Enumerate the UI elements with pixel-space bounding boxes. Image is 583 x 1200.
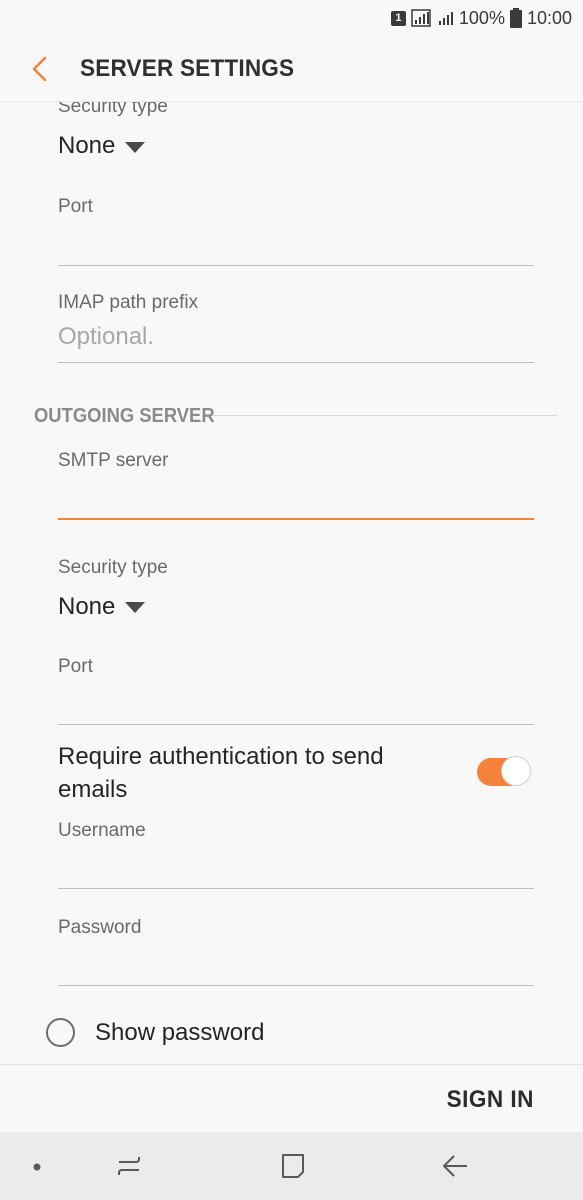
incoming-security-type-value[interactable]: None bbox=[58, 132, 115, 160]
settings-form[interactable]: Security type None Port IMAP path prefix… bbox=[0, 102, 583, 1064]
require-auth-label: Require authentication to send emails bbox=[58, 743, 384, 803]
recents-icon[interactable] bbox=[116, 1152, 142, 1180]
outgoing-port-label: Port bbox=[58, 656, 93, 677]
imap-prefix-underline bbox=[58, 362, 534, 363]
radio-circle-icon[interactable] bbox=[46, 1018, 75, 1047]
outgoing-server-heading: OUTGOING SERVER bbox=[34, 405, 215, 427]
battery-icon bbox=[509, 8, 522, 28]
outgoing-security-type-label: Security type bbox=[58, 557, 168, 578]
incoming-security-type-label: Security type bbox=[58, 102, 168, 117]
clock: 10:00 bbox=[526, 7, 572, 28]
page-title: SERVER SETTINGS bbox=[80, 55, 295, 82]
password-label: Password bbox=[58, 917, 142, 938]
signal-icon bbox=[411, 9, 431, 27]
status-icons: 1 100% 10:00 bbox=[390, 7, 572, 29]
username-label: Username bbox=[58, 820, 146, 841]
outgoing-security-type-value[interactable]: None bbox=[58, 593, 115, 621]
password-input[interactable] bbox=[58, 985, 534, 986]
back-icon[interactable] bbox=[441, 1152, 469, 1180]
username-input[interactable] bbox=[58, 888, 534, 889]
imap-prefix-input[interactable]: Optional. bbox=[58, 323, 154, 351]
incoming-port-label: Port bbox=[58, 196, 93, 217]
dropdown-caret-icon[interactable] bbox=[125, 602, 145, 613]
bottom-action-bar: SIGN IN bbox=[0, 1064, 583, 1133]
sim-icon: 1 bbox=[390, 10, 406, 26]
require-auth-toggle[interactable] bbox=[477, 756, 531, 788]
dropdown-caret-icon[interactable] bbox=[125, 142, 145, 153]
smtp-server-input[interactable] bbox=[58, 518, 534, 520]
dot-icon[interactable] bbox=[33, 1163, 41, 1171]
battery-percent: 100% bbox=[458, 7, 505, 28]
sign-in-button[interactable]: SIGN IN bbox=[447, 1086, 534, 1114]
incoming-port-field[interactable] bbox=[58, 265, 534, 266]
section-divider bbox=[212, 415, 557, 416]
show-password-label[interactable]: Show password bbox=[95, 1019, 264, 1047]
status-bar: 1 100% 10:00 bbox=[0, 0, 583, 36]
app-header: SERVER SETTINGS bbox=[0, 36, 583, 102]
imap-prefix-label: IMAP path prefix bbox=[58, 292, 199, 313]
outgoing-port-field[interactable] bbox=[58, 724, 534, 725]
chevron-left-icon[interactable] bbox=[28, 54, 52, 84]
smtp-server-label: SMTP server bbox=[58, 450, 169, 471]
home-icon[interactable] bbox=[280, 1152, 306, 1180]
system-nav-bar bbox=[0, 1132, 583, 1200]
toggle-knob[interactable] bbox=[501, 756, 531, 786]
signal-secondary-icon bbox=[438, 12, 453, 25]
